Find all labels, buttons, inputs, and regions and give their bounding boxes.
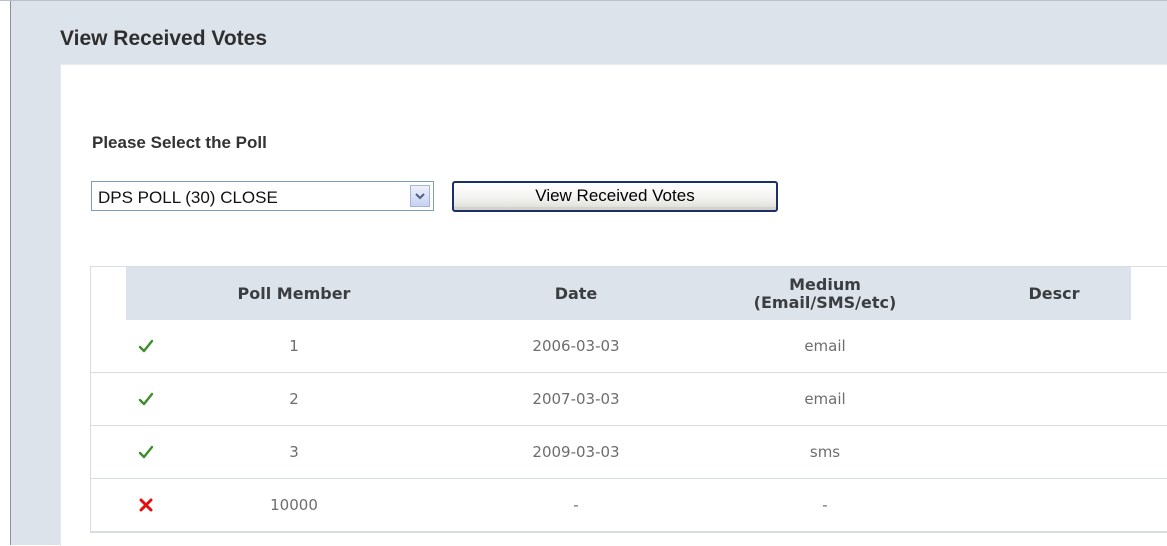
medium-cell: - <box>822 496 828 514</box>
descr-cell <box>984 426 1124 478</box>
check-icon <box>138 339 154 353</box>
header-date: Date <box>554 283 598 303</box>
descr-cell <box>984 320 1124 372</box>
panel-title: View Received Votes <box>60 27 267 50</box>
poll-member-cell: 2 <box>289 390 299 408</box>
table-row: 3 2009-03-03 sms <box>91 426 1167 479</box>
content-area: Please Select the Poll DPS POLL (30) CLO… <box>60 64 1167 546</box>
votes-table: Poll Member Date Medium (Email/SMS/etc) … <box>90 266 1167 533</box>
header-medium-subtitle: (Email/SMS/etc) <box>753 292 897 312</box>
poll-member-cell: 3 <box>289 443 299 461</box>
chevron-down-icon <box>415 193 425 200</box>
poll-select[interactable]: DPS POLL (30) CLOSE <box>91 181 434 211</box>
medium-cell: sms <box>809 443 841 461</box>
date-cell: 2006-03-03 <box>532 337 620 355</box>
check-icon <box>138 392 154 406</box>
date-cell: - <box>573 496 579 514</box>
status-cell <box>126 320 166 372</box>
status-cell <box>126 426 166 478</box>
check-icon <box>138 445 154 459</box>
header-descr: Descr <box>1028 283 1080 303</box>
status-cell <box>126 373 166 425</box>
cross-icon <box>139 498 153 512</box>
date-cell: 2009-03-03 <box>532 443 620 461</box>
header-poll-member: Poll Member <box>237 283 351 303</box>
date-cell: 2007-03-03 <box>532 390 620 408</box>
poll-member-cell: 10000 <box>270 496 318 514</box>
left-border <box>0 1 11 545</box>
poll-select-value: DPS POLL (30) CLOSE <box>98 188 278 207</box>
view-received-votes-button[interactable]: View Received Votes <box>452 181 778 212</box>
dropdown-button[interactable] <box>410 185 430 207</box>
table-row: 1 2006-03-03 email <box>91 320 1167 373</box>
table-row: 10000 - - <box>91 479 1167 532</box>
descr-cell <box>984 479 1124 531</box>
status-cell <box>126 479 166 531</box>
table-row: 2 2007-03-03 email <box>91 373 1167 426</box>
medium-cell: email <box>804 390 846 408</box>
header-medium-title: Medium <box>789 274 861 294</box>
medium-cell: email <box>804 337 846 355</box>
header-medium: Medium (Email/SMS/etc) <box>695 267 955 320</box>
descr-cell <box>984 373 1124 425</box>
poll-member-cell: 1 <box>289 337 299 355</box>
page-frame: View Received Votes Please Select the Po… <box>0 0 1167 546</box>
poll-select-label: Please Select the Poll <box>92 133 267 152</box>
